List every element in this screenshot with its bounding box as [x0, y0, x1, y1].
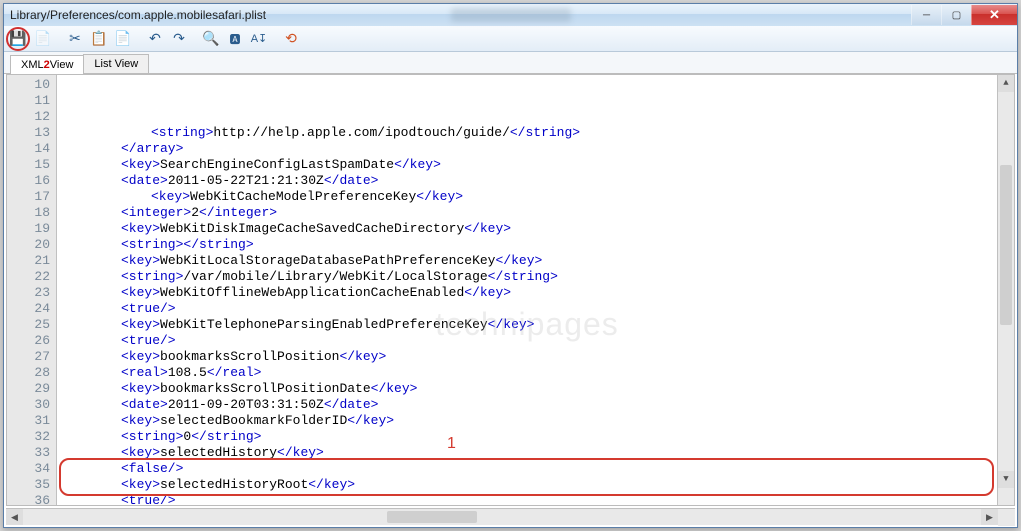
line-number: 36 — [7, 493, 50, 506]
line-number: 13 — [7, 125, 50, 141]
code-line[interactable]: <key>SearchEngineConfigLastSpamDate</key… — [61, 157, 997, 173]
scroll-left-icon[interactable]: ◀ — [6, 509, 23, 525]
line-number: 32 — [7, 429, 50, 445]
line-number: 12 — [7, 109, 50, 125]
line-number: 18 — [7, 205, 50, 221]
line-number: 35 — [7, 477, 50, 493]
line-number: 10 — [7, 77, 50, 93]
scroll-right-icon[interactable]: ▶ — [981, 509, 998, 525]
save-icon[interactable]: 💾 — [8, 28, 28, 50]
titlebar-blur — [451, 8, 571, 22]
paste-icon[interactable]: 📄 — [112, 28, 134, 50]
tab-list-view[interactable]: List View — [83, 54, 149, 73]
line-number: 34 — [7, 461, 50, 477]
line-number: 24 — [7, 301, 50, 317]
line-number: 31 — [7, 413, 50, 429]
code-line[interactable]: <date>2011-05-22T21:21:30Z</date> — [61, 173, 997, 189]
code-line[interactable]: </array> — [61, 141, 997, 157]
hscroll-track[interactable] — [23, 509, 981, 525]
copy-icon[interactable]: 📋 — [88, 28, 110, 50]
minimize-button[interactable]: ─ — [911, 5, 941, 25]
editor: 1011121314151617181920212223242526272829… — [6, 74, 1015, 506]
code-line[interactable]: <true/> — [61, 333, 997, 349]
window-title: Library/Preferences/com.apple.mobilesafa… — [10, 8, 266, 22]
line-number: 21 — [7, 253, 50, 269]
code-line[interactable]: <false/> — [61, 461, 997, 477]
code-area[interactable]: technipages <string>http://help.apple.co… — [57, 75, 997, 505]
open-icon[interactable]: 📄 — [32, 28, 54, 50]
code-line[interactable]: <date>2011-09-20T03:31:50Z</date> — [61, 397, 997, 413]
titlebar: Library/Preferences/com.apple.mobilesafa… — [4, 4, 1017, 26]
code-line[interactable]: <key>WebKitLocalStorageDatabasePathPrefe… — [61, 253, 997, 269]
maximize-button[interactable]: ▢ — [941, 5, 971, 25]
view-tabs: XML2View List View — [4, 52, 1017, 74]
toolbar: 💾 📄 ✂ 📋 📄 ↶ ↷ 🔍 🅰 A↧ ⟲ — [4, 26, 1017, 52]
code-line[interactable]: <true/> — [61, 301, 997, 317]
code-line[interactable]: <true/> — [61, 493, 997, 505]
line-number: 15 — [7, 157, 50, 173]
line-number: 33 — [7, 445, 50, 461]
horizontal-scrollbar[interactable]: ◀ ▶ — [6, 508, 1015, 525]
scroll-down-icon[interactable]: ▼ — [998, 471, 1014, 488]
line-number: 17 — [7, 189, 50, 205]
save-highlight: 💾 — [6, 27, 30, 51]
undo-icon[interactable]: ↶ — [144, 28, 166, 50]
code-line[interactable]: <string>/var/mobile/Library/WebKit/Local… — [61, 269, 997, 285]
scroll-corner — [998, 509, 1015, 526]
code-line[interactable]: <key>WebKitTelephoneParsingEnabledPrefer… — [61, 317, 997, 333]
line-number: 19 — [7, 221, 50, 237]
code-line[interactable]: <real>108.5</real> — [61, 365, 997, 381]
line-number: 27 — [7, 349, 50, 365]
cut-icon[interactable]: ✂ — [64, 28, 86, 50]
code-line[interactable]: <key>bookmarksScrollPositionDate</key> — [61, 381, 997, 397]
line-number: 14 — [7, 141, 50, 157]
line-number: 20 — [7, 237, 50, 253]
replace-icon[interactable]: 🅰 — [224, 28, 246, 50]
app-window: Library/Preferences/com.apple.mobilesafa… — [3, 3, 1018, 528]
vscroll-thumb[interactable] — [1000, 165, 1012, 325]
code-line[interactable]: <key>selectedBookmarkFolderID</key> — [61, 413, 997, 429]
scroll-up-icon[interactable]: ▲ — [998, 75, 1014, 92]
code-line[interactable]: <key>selectedHistory</key> — [61, 445, 997, 461]
code-line[interactable]: <string></string> — [61, 237, 997, 253]
code-line[interactable]: <key>bookmarksScrollPosition</key> — [61, 349, 997, 365]
window-controls: ─ ▢ ✕ — [911, 5, 1017, 25]
reload-icon[interactable]: ⟲ — [280, 28, 302, 50]
vertical-scrollbar[interactable]: ▲ ▼ — [997, 75, 1014, 505]
line-number: 28 — [7, 365, 50, 381]
code-line[interactable]: <key>WebKitOfflineWebApplicationCacheEna… — [61, 285, 997, 301]
line-number-gutter: 1011121314151617181920212223242526272829… — [7, 75, 57, 505]
find-icon[interactable]: 🔍 — [200, 28, 222, 50]
line-number: 22 — [7, 269, 50, 285]
tab-xml-view[interactable]: XML2View — [10, 55, 84, 74]
code-line[interactable]: <string>0</string> — [61, 429, 997, 445]
line-number: 30 — [7, 397, 50, 413]
code-line[interactable]: <key>WebKitDiskImageCacheSavedCacheDirec… — [61, 221, 997, 237]
line-number: 25 — [7, 317, 50, 333]
line-number: 29 — [7, 381, 50, 397]
line-number: 11 — [7, 93, 50, 109]
line-number: 23 — [7, 285, 50, 301]
close-button[interactable]: ✕ — [971, 5, 1017, 25]
code-line[interactable]: <key>selectedHistoryRoot</key> — [61, 477, 997, 493]
sort-asc-icon[interactable]: A↧ — [248, 28, 270, 50]
hscroll-thumb[interactable] — [387, 511, 477, 523]
redo-icon[interactable]: ↷ — [168, 28, 190, 50]
code-line[interactable]: <integer>2</integer> — [61, 205, 997, 221]
code-line[interactable]: <string>http://help.apple.com/ipodtouch/… — [61, 125, 997, 141]
line-number: 16 — [7, 173, 50, 189]
line-number: 26 — [7, 333, 50, 349]
code-line[interactable]: <key>WebKitCacheModelPreferenceKey</key> — [61, 189, 997, 205]
